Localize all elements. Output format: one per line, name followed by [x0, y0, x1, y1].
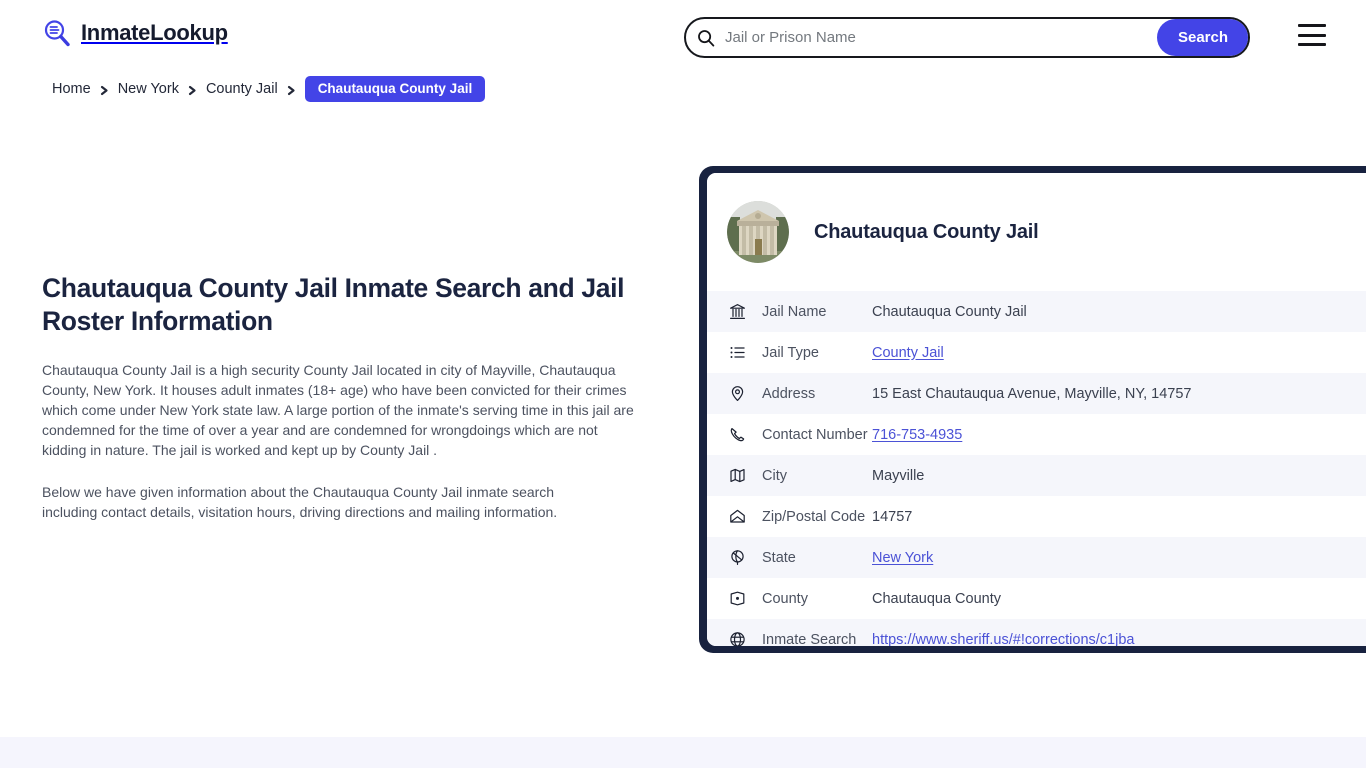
breadcrumb: Home New York County Jail Chautauqua Cou…: [52, 76, 486, 102]
list-icon: [729, 344, 746, 361]
table-row: Jail Name Chautauqua County Jail: [707, 291, 1366, 332]
jail-details-table: Jail Name Chautauqua County Jail Jail Ty…: [707, 291, 1366, 646]
site-header: InmateLookup Search: [0, 0, 1366, 74]
footer-band: [0, 737, 1366, 768]
jail-card-header: Chautauqua County Jail: [707, 173, 1366, 291]
table-row: County Chautauqua County: [707, 578, 1366, 619]
jail-info-card-inner: Chautauqua County Jail Jail Name Chautau…: [707, 173, 1366, 646]
row-label: City: [762, 467, 787, 484]
globe-stand-icon: [729, 549, 746, 566]
search-button[interactable]: Search: [1157, 19, 1248, 56]
map-marker-icon: [729, 590, 746, 607]
row-label: Address: [762, 385, 816, 402]
row-value-link[interactable]: County Jail: [872, 345, 944, 361]
courthouse-photo: [727, 201, 789, 263]
table-row: Address 15 East Chautauqua Avenue, Mayvi…: [707, 373, 1366, 414]
row-value: Chautauqua County Jail: [872, 303, 1027, 320]
menu-line-3: [1298, 43, 1326, 46]
row-value-link[interactable]: https://www.sheriff.us/#!corrections/c1j…: [872, 632, 1134, 647]
map-pin-icon: [729, 385, 746, 402]
phone-icon: [729, 426, 746, 443]
table-row: Inmate Search https://www.sheriff.us/#!c…: [707, 619, 1366, 646]
article-column: Chautauqua County Jail Inmate Search and…: [42, 272, 642, 522]
chevron-right-icon: [100, 84, 109, 95]
jail-info-card: Chautauqua County Jail Jail Name Chautau…: [699, 166, 1366, 653]
breadcrumb-item-county-jail[interactable]: County Jail: [206, 81, 278, 97]
globe-icon: [729, 631, 746, 646]
hamburger-menu-icon[interactable]: [1298, 24, 1326, 46]
row-label: Zip/Postal Code: [762, 508, 866, 525]
row-value-link[interactable]: 716-753-4935: [872, 427, 962, 443]
row-value: Chautauqua County: [872, 590, 1001, 607]
page-title: Chautauqua County Jail Inmate Search and…: [42, 273, 625, 337]
page-root: InmateLookup Search Home New York: [0, 0, 1366, 768]
row-value: Mayville: [872, 467, 925, 484]
row-value: 14757: [872, 508, 913, 525]
jail-card-title: Chautauqua County Jail: [814, 220, 1039, 243]
magnifier-list-icon: [42, 18, 72, 48]
table-row: Jail Type County Jail: [707, 332, 1366, 373]
search-bar[interactable]: Search: [684, 17, 1250, 58]
breadcrumb-item-home[interactable]: Home: [52, 81, 91, 97]
logo-text: InmateLookup: [81, 20, 228, 45]
row-label: Inmate Search: [762, 631, 857, 647]
row-value: 15 East Chautauqua Avenue, Mayville, NY,…: [872, 385, 1192, 402]
map-icon: [729, 467, 746, 484]
bank-icon: [729, 303, 746, 320]
envelope-icon: [729, 508, 746, 525]
row-label: County: [762, 590, 808, 607]
menu-line-1: [1298, 24, 1326, 27]
chevron-right-icon: [188, 84, 197, 95]
search-input[interactable]: [715, 19, 1157, 56]
intro-paragraph: Chautauqua County Jail is a high securit…: [42, 362, 634, 459]
breadcrumb-current: Chautauqua County Jail: [304, 76, 486, 102]
row-value-link[interactable]: New York: [872, 550, 933, 566]
row-label: Contact Number: [762, 426, 868, 443]
table-row: State New York: [707, 537, 1366, 578]
breadcrumb-item-new-york[interactable]: New York: [118, 81, 179, 97]
search-icon: [697, 29, 715, 47]
table-row: Contact Number 716-753-4935: [707, 414, 1366, 455]
row-label: State: [762, 549, 796, 566]
site-logo[interactable]: InmateLookup: [42, 18, 228, 48]
table-row: City Mayville: [707, 455, 1366, 496]
row-label: Jail Type: [762, 344, 819, 361]
chevron-right-icon: [287, 84, 296, 95]
row-label: Jail Name: [762, 303, 827, 320]
menu-line-2: [1298, 33, 1326, 37]
table-row: Zip/Postal Code 14757: [707, 496, 1366, 537]
secondary-paragraph: Below we have given information about th…: [42, 484, 558, 521]
